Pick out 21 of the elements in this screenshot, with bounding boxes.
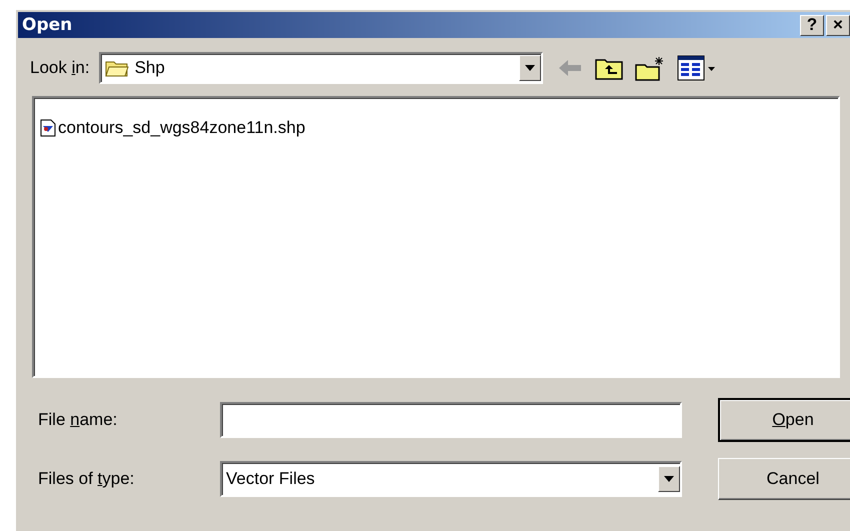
file-item[interactable]: contours_sd_wgs84zone11n.shp [38,117,308,139]
file-type-combo[interactable]: Vector Files [220,461,682,497]
look-in-label: Look in: [30,58,90,78]
cancel-button[interactable]: Cancel [718,458,850,500]
folder-icon [104,59,129,77]
help-button[interactable]: ? [800,14,824,36]
file-name-field[interactable] [220,402,682,438]
file-name-label: File name: [38,410,118,430]
dropdown-button[interactable] [658,466,680,492]
file-type-label: Files of type: [38,469,136,489]
window-title: Open [22,15,72,35]
open-button[interactable]: Open [718,398,850,442]
dropdown-button[interactable] [518,55,541,81]
caret-icon [524,65,535,71]
caret-icon [664,476,674,482]
view-menu-icon[interactable] [676,55,717,81]
new-folder-icon[interactable] [634,55,665,81]
close-button[interactable]: × [826,14,850,36]
file-icon [40,119,56,137]
look-in-combo[interactable]: Shp [98,52,543,84]
look-in-value: Shp [134,58,166,78]
